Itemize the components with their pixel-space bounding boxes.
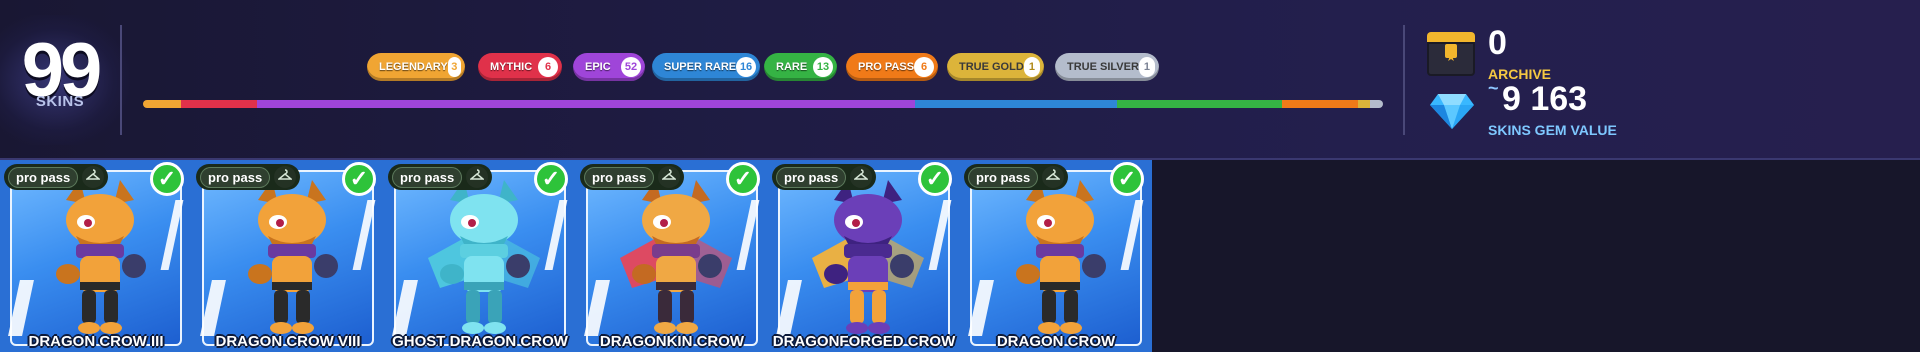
bar-segment-super-rare [914, 100, 1118, 108]
rarity-distribution-bar [143, 100, 1383, 108]
bar-segment-true-gold [1357, 100, 1371, 108]
rarity-filter-count: 16 [736, 57, 756, 77]
rarity-filter-true-silver[interactable]: TRUE SILVER 1 [1055, 53, 1159, 81]
rarity-filter-rare[interactable]: RARE 13 [764, 53, 837, 81]
gem-icon [1430, 94, 1474, 129]
checkmark-icon: ✓ [1110, 162, 1144, 196]
archive-value: 0 [1488, 24, 1507, 62]
rarity-filter-label: PRO PASS [858, 61, 915, 73]
skin-name: DRAGON CROW III [28, 333, 164, 350]
pro-pass-tag-label: pro pass [392, 166, 463, 188]
rarity-filter-label: TRUE SILVER [1067, 61, 1139, 73]
skin-character-image [228, 178, 356, 338]
rarity-filter-label: RARE [776, 61, 808, 73]
bar-segment-mythic [180, 100, 257, 108]
empty-grid-area [1152, 160, 1920, 352]
pro-pass-tag: pro pass [388, 164, 493, 190]
rarity-filter-label: EPIC [585, 61, 611, 73]
rarity-filter-count: 3 [447, 57, 461, 77]
skin-card[interactable]: pro pass ✓ DRAGON CROW [960, 160, 1152, 352]
skin-character-image [420, 178, 548, 338]
gem-value-label: SKINS GEM VALUE [1488, 122, 1617, 138]
skin-name: DRAGON CROW VIII [215, 333, 361, 350]
rarity-filter-mythic[interactable]: MYTHIC 6 [478, 53, 562, 81]
pro-pass-tag-label: pro pass [200, 166, 271, 188]
pro-pass-tag: pro pass [580, 164, 685, 190]
rarity-filter-true-gold[interactable]: TRUE GOLD 1 [947, 53, 1044, 81]
skin-character-image [996, 178, 1124, 338]
skin-name: DRAGONKIN CROW [599, 333, 745, 350]
checkmark-icon: ✓ [726, 162, 760, 196]
gem-approx-symbol: ~ [1488, 78, 1499, 98]
rarity-filter-label: MYTHIC [490, 61, 533, 73]
skin-character-image [36, 178, 164, 338]
skin-card[interactable]: pro pass ✓ DRAGON CROW III [0, 160, 192, 352]
pro-pass-tag-label: pro pass [968, 166, 1039, 188]
gem-value: 9 163 [1502, 80, 1588, 118]
hanger-icon [82, 166, 105, 188]
pro-pass-tag: pro pass [964, 164, 1069, 190]
skin-character-image [612, 178, 740, 338]
hanger-icon [466, 166, 489, 188]
rarity-filter-label: TRUE GOLD [959, 61, 1024, 73]
pro-pass-tag-label: pro pass [584, 166, 655, 188]
rarity-filter-label: SUPER RARE [664, 61, 737, 73]
checkmark-icon: ✓ [342, 162, 376, 196]
checkmark-icon: ✓ [150, 162, 184, 196]
rarity-filter-count: 6 [914, 57, 934, 77]
pro-pass-tag: pro pass [4, 164, 109, 190]
rarity-filter-pro-pass[interactable]: PRO PASS 6 [846, 53, 938, 81]
pro-pass-tag: pro pass [772, 164, 877, 190]
skin-character-image [804, 178, 932, 338]
bar-segment-epic [256, 100, 915, 108]
hanger-icon [274, 166, 297, 188]
pro-pass-tag: pro pass [196, 164, 301, 190]
skin-name: GHOST DRAGON CROW [392, 333, 568, 350]
skin-card[interactable]: pro pass ✓ GHOST DRAGON CROW [384, 160, 576, 352]
skin-card[interactable]: pro pass ✓ DRAGONFORGED CROW [768, 160, 960, 352]
bar-segment-rare [1117, 100, 1282, 108]
skin-card[interactable]: pro pass ✓ DRAGON CROW VIII [192, 160, 384, 352]
hanger-icon [850, 166, 873, 188]
rarity-filter-count: 1 [1023, 57, 1040, 77]
bar-segment-pro-pass [1281, 100, 1358, 108]
bar-segment-true-silver [1370, 100, 1383, 108]
skins-grid: pro pass ✓ DRAGON CROW III pro pass ✓ DRAGON … [0, 160, 1152, 352]
rarity-filter-epic[interactable]: EPIC 52 [573, 53, 645, 81]
rarity-filter-count: 13 [813, 57, 833, 77]
skins-count: 99 SKINS [0, 15, 130, 145]
rarity-filter-label: LEGENDARY [379, 61, 448, 73]
collection-stats: ★ 0 ARCHIVE ~ 9 163 SKINS GEM VALUE [1405, 0, 1920, 158]
hanger-icon [658, 166, 681, 188]
skin-card[interactable]: pro pass ✓ DRAGONKIN CROW [576, 160, 768, 352]
rarity-filter-count: 1 [1138, 57, 1155, 77]
skins-count-label: SKINS [35, 93, 85, 110]
skin-name: DRAGON CROW [996, 333, 1116, 350]
bar-segment-legendary [143, 100, 181, 108]
skin-name: DRAGONFORGED CROW [772, 333, 956, 350]
rarity-filter-count: 6 [538, 57, 558, 77]
checkmark-icon: ✓ [534, 162, 568, 196]
pro-pass-tag-label: pro pass [8, 166, 79, 188]
divider-left [120, 25, 122, 135]
hanger-icon [1042, 166, 1065, 188]
rarity-filter-count: 52 [621, 57, 641, 77]
rarity-filter-super-rare[interactable]: SUPER RARE 16 [652, 53, 760, 81]
checkmark-icon: ✓ [918, 162, 952, 196]
pro-pass-tag-label: pro pass [776, 166, 847, 188]
chest-icon: ★ [1427, 32, 1475, 76]
rarity-filter-legendary[interactable]: LEGENDARY 3 [367, 53, 465, 81]
